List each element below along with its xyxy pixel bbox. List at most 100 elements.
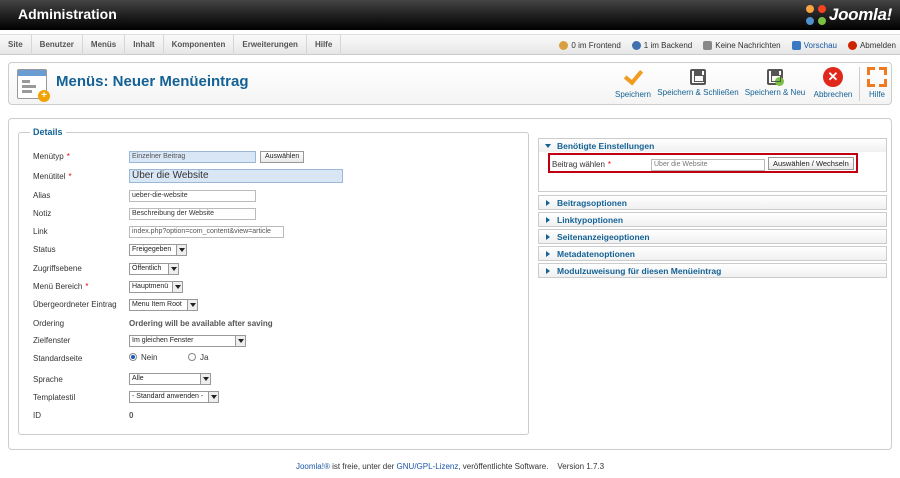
target-select[interactable]: Im gleichen Fenster xyxy=(129,335,246,347)
menu-content[interactable]: Inhalt xyxy=(125,35,164,55)
label-ordering: Ordering xyxy=(33,319,65,328)
status-frontend: 0 im Frontend xyxy=(559,40,621,50)
status-backend: 1 im Backend xyxy=(631,40,693,50)
label-language: Sprache xyxy=(33,375,63,384)
mail-icon xyxy=(703,40,713,50)
status-select[interactable]: Freigegeben xyxy=(129,244,187,256)
chevron-right-icon xyxy=(546,217,550,223)
footer-joomla-link[interactable]: Joomla!® xyxy=(296,462,330,471)
help-icon xyxy=(867,67,887,87)
chevron-down-icon xyxy=(168,264,178,274)
footer-version: Version 1.7.3 xyxy=(557,462,605,471)
preview-link[interactable]: Vorschau xyxy=(791,40,837,50)
label-note: Notiz xyxy=(33,209,52,218)
chevron-down-icon xyxy=(172,282,182,292)
label-status: Status xyxy=(33,245,56,254)
help-button-label: Hilfe xyxy=(868,90,885,99)
id-value: 0 xyxy=(129,411,134,420)
footer-text-2: , veröffentlichte Software. xyxy=(458,462,549,471)
help-button[interactable]: Hilfe xyxy=(865,67,889,101)
panel-module-assignment[interactable]: Modulzuweisung für diesen Menüeintrag xyxy=(538,263,887,278)
chevron-down-icon xyxy=(545,144,551,148)
chevron-down-icon xyxy=(235,336,245,346)
language-select[interactable]: Alle xyxy=(129,373,211,385)
home-yes-label: Ja xyxy=(200,353,209,362)
status-messages-label: Keine Nachrichten xyxy=(715,40,781,50)
save-button-label: Speichern xyxy=(614,90,652,99)
target-value: Im gleichen Fenster xyxy=(132,337,194,344)
chevron-down-icon xyxy=(200,374,210,384)
access-select[interactable]: Öffentlich xyxy=(129,263,179,275)
alias-input[interactable]: ueber-die-website xyxy=(129,190,256,202)
panel-link-type-title: Linktypoptionen xyxy=(557,215,624,225)
logout-link[interactable]: Abmelden xyxy=(847,40,896,50)
footer-license-link[interactable]: GNU/GPL-Lizenz xyxy=(397,462,459,471)
panel-required-title: Benötigte Einstellungen xyxy=(557,141,655,151)
save-button[interactable]: Speichern xyxy=(613,67,653,101)
language-value: Alle xyxy=(132,375,144,382)
select-change-article-button[interactable]: Auswählen / Wechseln xyxy=(768,157,854,170)
save-close-label: Speichern & Schließen xyxy=(657,88,739,97)
status-messages[interactable]: Keine Nachrichten xyxy=(703,40,781,50)
home-no-radio[interactable] xyxy=(129,353,137,361)
page-title: Menüs: Neuer Menüeintrag xyxy=(56,73,249,90)
label-id: ID xyxy=(33,411,41,420)
chevron-down-icon xyxy=(208,392,218,402)
joomla-logo: Joomla! xyxy=(805,4,892,26)
save-close-button[interactable]: Speichern & Schließen xyxy=(657,67,739,101)
panel-article-options-title: Beitragsoptionen xyxy=(557,198,627,208)
details-legend: Details xyxy=(30,127,66,137)
menu-components[interactable]: Komponenten xyxy=(164,35,235,55)
menu-menus[interactable]: Menüs xyxy=(83,35,126,55)
save-icon xyxy=(690,69,706,85)
status-frontend-label: 0 im Frontend xyxy=(571,40,621,50)
panel-page-display-options[interactable]: Seitenanzeigeoptionen xyxy=(538,229,887,244)
chevron-right-icon xyxy=(546,268,550,274)
footer: Joomla!® ist freie, unter der GNU/GPL-Li… xyxy=(0,462,900,471)
label-title: Menütitel * xyxy=(33,172,72,181)
footer-text: ist freie, unter der xyxy=(329,462,397,471)
label-home: Standardseite xyxy=(33,354,83,363)
parent-select[interactable]: Menu Item Root xyxy=(129,299,198,311)
access-value: Öffentlich xyxy=(132,265,162,272)
label-parent: Übergeordneter Eintrag xyxy=(33,300,117,309)
user-icon xyxy=(631,40,641,50)
label-menu: Menü Bereich * xyxy=(33,282,89,291)
menu-site[interactable]: Site xyxy=(0,35,32,55)
label-access: Zugriffsebene xyxy=(33,264,82,273)
preview-label: Vorschau xyxy=(803,40,837,50)
menu-extensions[interactable]: Erweiterungen xyxy=(234,35,307,55)
chevron-down-icon xyxy=(176,245,186,255)
menu-item-add-icon: + xyxy=(17,69,50,102)
home-yes-radio[interactable] xyxy=(188,353,196,361)
select-menutype-button[interactable]: Auswählen xyxy=(260,151,305,163)
check-icon xyxy=(623,67,643,87)
title-input[interactable]: Über die Website xyxy=(129,169,343,183)
status-value: Freigegeben xyxy=(132,246,172,253)
label-select-article: Beitrag wählen * xyxy=(552,160,612,169)
panel-required-settings[interactable]: Benötigte Einstellungen xyxy=(538,138,887,153)
joomla-logo-icon xyxy=(805,5,826,25)
panel-link-type-options[interactable]: Linktypoptionen xyxy=(538,212,887,227)
ordering-info: Ordering will be available after saving xyxy=(129,319,273,328)
panel-article-options[interactable]: Beitragsoptionen xyxy=(538,195,887,210)
logout-icon xyxy=(847,40,857,50)
menu-help[interactable]: Hilfe xyxy=(307,35,342,55)
status-backend-label: 1 im Backend xyxy=(643,40,693,50)
template-select[interactable]: - Standard anwenden - xyxy=(129,391,219,403)
save-new-button[interactable]: Speichern & Neu xyxy=(743,67,807,101)
menu-select[interactable]: Hauptmenü xyxy=(129,281,183,293)
joomla-wordmark: Joomla! xyxy=(828,5,892,24)
preview-icon xyxy=(791,40,801,50)
cancel-button[interactable]: ✕ Abbrechen xyxy=(811,67,855,101)
chevron-right-icon xyxy=(546,251,550,257)
admin-title: Administration xyxy=(18,6,117,22)
menu-users[interactable]: Benutzer xyxy=(32,35,83,55)
panel-metadata-options[interactable]: Metadatenoptionen xyxy=(538,246,887,261)
users-icon xyxy=(559,40,569,50)
label-menutype: Menütyp * xyxy=(33,152,70,161)
label-alias: Alias xyxy=(33,191,51,200)
note-input[interactable]: Beschreibung der Website xyxy=(129,208,256,220)
chevron-down-icon xyxy=(187,300,197,310)
toolbar-divider xyxy=(859,67,860,101)
